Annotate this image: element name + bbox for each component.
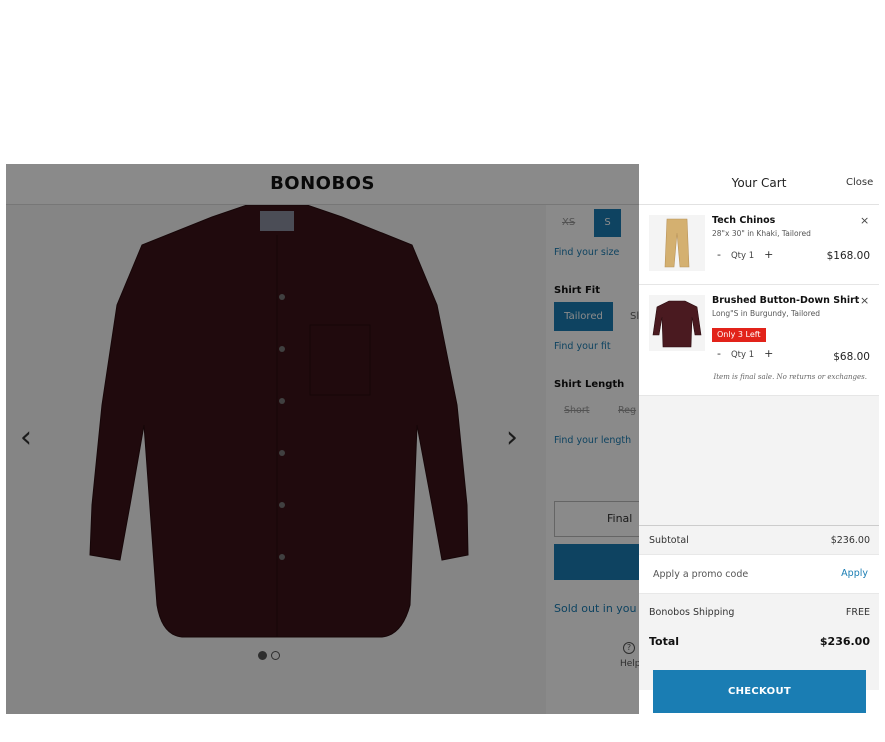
qty-increase-button[interactable]: +: [764, 347, 773, 360]
remove-item-icon[interactable]: ×: [860, 294, 869, 307]
total-row: Total $236.00: [639, 626, 879, 654]
promo-apply-button[interactable]: Apply: [841, 568, 868, 579]
subtotal-value: $236.00: [830, 535, 870, 546]
item-name[interactable]: Brushed Button-Down Shirt: [712, 295, 859, 306]
item-description: 28"x 30" in Khaki, Tailored: [712, 229, 811, 238]
checkout-button[interactable]: CHECKOUT: [653, 670, 866, 713]
item-thumbnail: [649, 295, 705, 351]
modal-backdrop[interactable]: [6, 164, 639, 714]
quantity-stepper: - Qty 1 +: [717, 347, 773, 360]
total-value: $236.00: [819, 635, 870, 648]
shipping-label: Bonobos Shipping: [649, 607, 735, 618]
cart-title: Your Cart: [731, 176, 787, 190]
cart-close-button[interactable]: Close: [846, 177, 873, 188]
qty-value: Qty 1: [730, 350, 755, 360]
qty-increase-button[interactable]: +: [764, 248, 773, 261]
item-price: $68.00: [833, 351, 870, 363]
qty-decrease-button[interactable]: -: [717, 248, 721, 261]
item-description: Long"S in Burgundy, Tailored: [712, 309, 821, 318]
qty-decrease-button[interactable]: -: [717, 347, 721, 360]
cart-item: Brushed Button-Down Shirt Long"S in Burg…: [639, 285, 879, 396]
final-sale-note: Item is final sale. No returns or exchan…: [713, 373, 867, 381]
cart-item: Tech Chinos 28"x 30" in Khaki, Tailored …: [639, 205, 879, 285]
total-label: Total: [649, 635, 680, 648]
shipping-value: FREE: [845, 607, 870, 618]
subtotal-row: Subtotal $236.00: [639, 526, 879, 554]
promo-code-input[interactable]: Apply a promo code: [653, 569, 748, 580]
item-price: $168.00: [826, 250, 870, 262]
quantity-stepper: - Qty 1 +: [717, 248, 773, 261]
item-name[interactable]: Tech Chinos: [712, 215, 775, 226]
cart-drawer: Your Cart Close Tech Chinos 28"x 30" in …: [639, 164, 879, 716]
qty-value: Qty 1: [730, 251, 755, 261]
shipping-row: Bonobos Shipping FREE: [639, 598, 879, 626]
item-thumbnail: [649, 215, 705, 271]
order-summary: Subtotal $236.00 Apply a promo code Appl…: [639, 525, 879, 648]
remove-item-icon[interactable]: ×: [860, 214, 869, 227]
low-stock-badge: Only 3 Left: [712, 328, 766, 342]
promo-row: Apply a promo code Apply: [639, 554, 879, 594]
subtotal-label: Subtotal: [649, 535, 689, 546]
